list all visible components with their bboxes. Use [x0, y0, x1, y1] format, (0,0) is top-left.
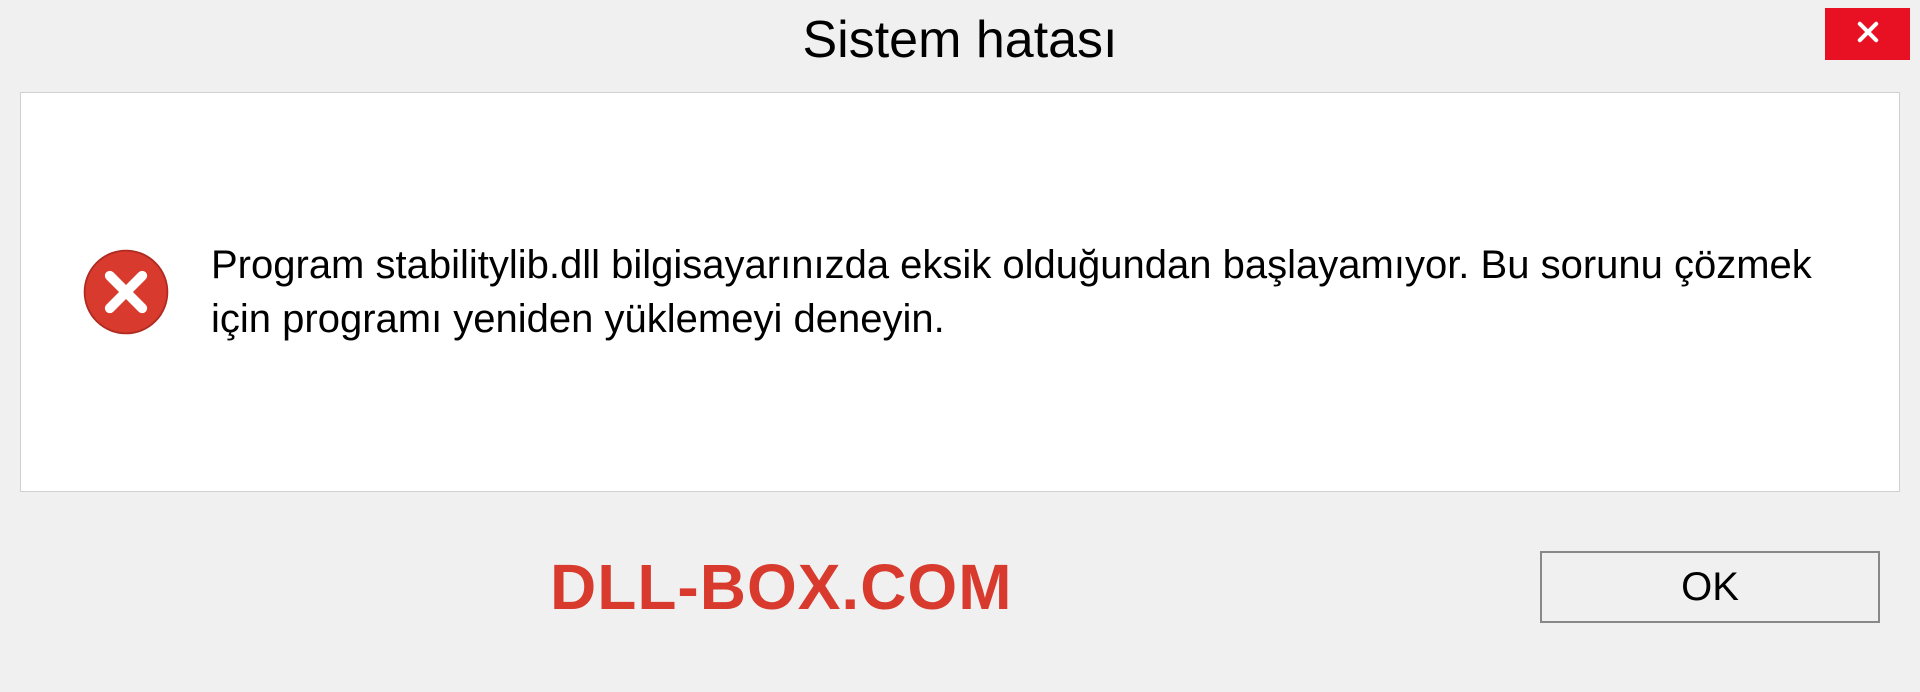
dialog-title: Sistem hatası — [802, 10, 1117, 70]
error-dialog: Sistem hatası Program stabilitylib.dll b… — [0, 0, 1920, 692]
watermark-text: DLL-BOX.COM — [550, 550, 1013, 624]
ok-button[interactable]: OK — [1540, 551, 1880, 623]
content-area: Program stabilitylib.dll bilgisayarınızd… — [20, 92, 1900, 492]
error-icon — [81, 247, 171, 337]
close-button[interactable] — [1825, 8, 1910, 60]
ok-button-label: OK — [1681, 565, 1739, 610]
dialog-footer: DLL-BOX.COM OK — [0, 512, 1920, 662]
error-message: Program stabilitylib.dll bilgisayarınızd… — [211, 238, 1839, 346]
close-icon — [1854, 18, 1882, 51]
titlebar: Sistem hatası — [0, 0, 1920, 80]
